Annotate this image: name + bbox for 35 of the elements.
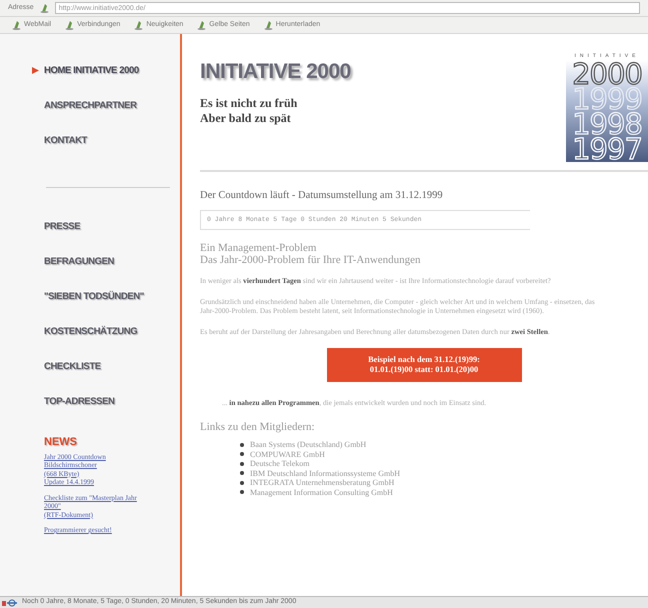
member-link[interactable]: Deutsche Telekom [250, 459, 310, 468]
bullet-icon [240, 462, 244, 466]
page-icon [40, 3, 49, 13]
bullet-icon [240, 480, 244, 485]
links-heading: Links zu den Mitgliedern: [200, 420, 316, 434]
nav-link[interactable]: TOP-ADRESSEN [44, 395, 115, 410]
countdown-heading: Der Countdown läuft - Datumsumstellung am 31.12.1999 [200, 189, 444, 203]
nav-link[interactable]: BEFRAGUNGEN [44, 255, 114, 270]
news-heading: NEWS [44, 435, 78, 450]
member-link[interactable]: IBM Deutschland Informationssysteme GmbH [250, 468, 400, 478]
nav-link[interactable]: PRESSE [44, 220, 80, 235]
bullet-icon [240, 490, 244, 494]
nav-link[interactable]: "SIEBEN TODSÜNDEN" [44, 290, 144, 305]
arrow-icon [32, 67, 39, 74]
page-icon [12, 20, 21, 30]
section-heading: Ein Management-Problem Das Jahr-2000-Problem für Ihre IT-Anwendungen [200, 242, 422, 266]
page-icon [134, 20, 144, 30]
member-link[interactable]: INTEGRATA Unternehmensberatung GmbH [250, 478, 394, 488]
bullet-icon [240, 452, 244, 456]
site-title: INITIATIVE 2000 [200, 59, 351, 85]
member-link[interactable]: COMPUWARE GmbH [250, 450, 325, 459]
page-icon [264, 20, 273, 30]
tagline: Es ist nicht zu früh Aber bald zu spät [200, 96, 298, 126]
nav-link[interactable]: CHECKLISTE [44, 360, 101, 375]
nav-link[interactable]: KOSTENSCHÄTZUNG [44, 325, 138, 340]
bullet-icon [240, 442, 244, 447]
nav-link[interactable]: ANSPRECHPARTNER [44, 99, 137, 114]
example-box: Beispiel nach dem 31.12.(19)99: 01.01.(19)00 statt: 01.01.(20)00 [326, 348, 522, 382]
page-icon [65, 20, 74, 30]
bullet-icon [240, 471, 244, 476]
nav-link[interactable]: KONTAKT [44, 134, 87, 149]
nav-link[interactable]: HOME INITIATIVE 2000 [44, 64, 139, 79]
page-icon [197, 20, 206, 30]
member-link[interactable]: Management Information Consulting GmbH [250, 488, 393, 497]
member-link[interactable]: Baan Systems (Deutschland) GmbH [250, 440, 366, 450]
